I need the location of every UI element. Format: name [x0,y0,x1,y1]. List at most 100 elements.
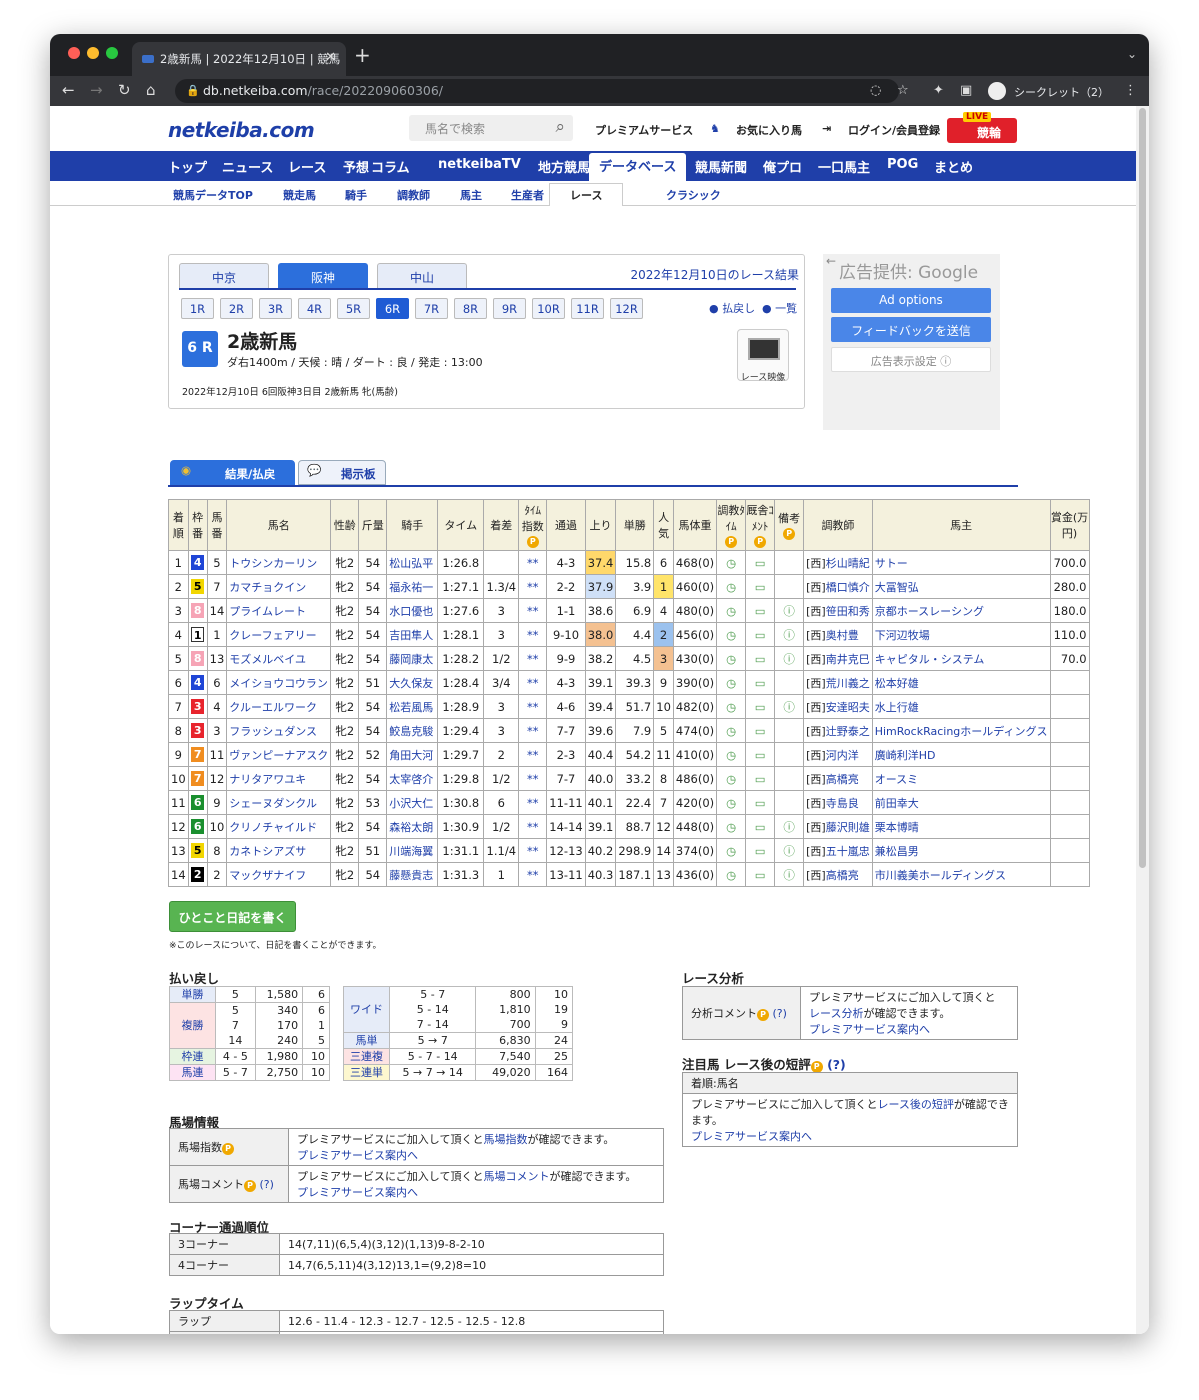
table-cell[interactable]: 廣崎利洋HD [871,742,1051,767]
race-number-button[interactable]: 4R [298,298,331,319]
list-link[interactable]: ● 一覧 [762,300,797,316]
training-time-cell[interactable]: ◷ [716,622,747,647]
subnav-item[interactable]: 競走馬 [283,187,316,203]
race-date-link[interactable]: 2022年12月10日のレース結果 [631,266,799,283]
trainer-name[interactable]: 安達昭夫 [826,701,870,714]
info-icon[interactable]: ⓘ [783,700,795,714]
mainnav-item[interactable]: レース [288,157,326,176]
table-cell[interactable]: 小沢大仁 [386,790,439,815]
table-cell[interactable]: 藤岡康太 [386,646,439,671]
table-cell[interactable]: 水上行雄 [871,694,1051,719]
search-icon[interactable]: ⌕ [555,117,565,137]
trainer-name[interactable]: 高橋亮 [826,773,859,786]
ad-options-button[interactable]: Ad options [831,288,991,313]
table-cell[interactable]: クレーフェアリー [226,622,332,647]
trainer-name[interactable]: 藤沢則雄 [826,821,870,834]
table-cell[interactable]: 川端海翼 [386,838,439,863]
incognito-profile[interactable]: シークレット（2） [986,80,1110,102]
stable-comment-cell[interactable]: ▭ [745,574,776,599]
horse-search-input[interactable]: 馬名で検索 ⌕ [409,115,573,141]
table-cell[interactable]: マックザナイフ [226,862,332,887]
training-time-cell[interactable]: ◷ [716,598,747,623]
trainer-cell[interactable]: [西]南井克巳 [803,646,873,671]
subnav-item[interactable]: クラシック [666,187,721,203]
mainnav-item[interactable]: ニュース [222,157,273,176]
race-number-button[interactable]: 8R [454,298,487,319]
table-cell[interactable]: 福永祐一 [386,574,439,599]
venue-tab[interactable]: 阪神 [278,263,368,288]
mainnav-item[interactable]: 一口馬主 [818,157,870,176]
table-cell[interactable]: 吉田隼人 [386,622,439,647]
table-cell[interactable]: クルーエルワーク [226,694,332,719]
track-index-guide-link[interactable]: プレミアサービス案内へ [297,1149,418,1162]
trainer-cell[interactable]: [西]辻野泰之 [803,718,873,743]
trainer-name[interactable]: 河内洋 [826,749,859,762]
eye-off-icon[interactable]: ◌ [870,83,881,98]
tab-result[interactable]: ◉ 結果/払戻 [170,460,295,485]
tab-board[interactable]: 💬 掲示板 [298,460,386,485]
trainer-cell[interactable]: [西]高橋亮 [803,766,873,791]
table-cell[interactable]: メイショウコウラン [226,670,332,695]
zoom-window-button[interactable] [106,47,118,59]
subnav-item[interactable]: 馬主 [460,187,482,203]
table-cell[interactable]: 森裕太朗 [386,814,439,839]
training-time-cell[interactable]: ◷ [716,694,747,719]
sidebar-icon[interactable]: ▣ [960,83,972,98]
stable-comment-cell[interactable]: ▭ [745,862,776,887]
stable-comment-cell[interactable]: ▭ [745,694,776,719]
trainer-name[interactable]: 南井克巳 [826,653,870,666]
url-field[interactable]: 🔒 db.netkeiba.com/race/202209060306/ [175,79,899,103]
table-cell[interactable]: 藤懸貴志 [386,862,439,887]
close-window-button[interactable] [68,47,80,59]
stable-comment-cell[interactable]: ▭ [745,814,776,839]
stable-comment-cell[interactable]: ▭ [745,670,776,695]
trainer-name[interactable]: 笹田和秀 [826,605,870,618]
table-cell[interactable]: ヴァンピーナアスク [226,742,332,767]
trainer-cell[interactable]: [西]藤沢則雄 [803,814,873,839]
analysis-link[interactable]: レース分析 [809,1007,863,1020]
back-icon[interactable]: ← [62,81,75,99]
table-cell[interactable]: トウシンカーリン [226,550,332,575]
info-icon[interactable]: ⓘ [783,628,795,642]
trainer-name[interactable]: 五十嵐忠 [826,845,870,858]
subnav-item[interactable]: 調教師 [397,187,430,203]
forward-icon[interactable]: → [90,81,103,99]
live-keirin-button[interactable]: LIVE 競輪 [947,112,1017,143]
stable-comment-cell[interactable]: ▭ [745,598,776,623]
mainnav-item[interactable]: まとめ [934,157,973,176]
trainer-name[interactable]: 奥村豊 [826,629,859,642]
table-cell[interactable]: 下河辺牧場 [871,622,1051,647]
stable-comment-cell[interactable]: ▭ [745,742,776,767]
race-number-button[interactable]: 1R [181,298,214,319]
trainer-cell[interactable]: [西]寺島良 [803,790,873,815]
mainnav-item[interactable]: コラム [371,157,410,176]
site-logo[interactable]: netkeiba.com [168,118,315,142]
table-cell[interactable]: ナリタアワユキ [226,766,332,791]
stable-comment-cell[interactable]: ▭ [745,718,776,743]
close-tab-icon[interactable]: ✕ [325,50,336,65]
stable-comment-cell[interactable]: ▭ [745,766,776,791]
notable-link[interactable]: レース後の短評 [877,1098,953,1111]
info-icon[interactable]: ⓘ [783,604,795,618]
subnav-item[interactable]: レース [549,183,624,206]
mainnav-item[interactable]: POG [887,157,918,172]
table-cell[interactable]: サトー [871,550,1051,575]
login-link[interactable]: ログイン/会員登録 [848,122,940,138]
trainer-name[interactable]: 杉山晴紀 [826,557,870,570]
training-time-cell[interactable]: ◷ [716,550,747,575]
table-cell[interactable]: シェーヌダンクル [226,790,332,815]
training-time-cell[interactable]: ◷ [716,742,747,767]
analysis-guide-link[interactable]: プレミアサービス案内へ [809,1023,930,1036]
trainer-cell[interactable]: [西]河内洋 [803,742,873,767]
race-video-button[interactable]: レース映像 [737,329,789,383]
training-time-cell[interactable]: ◷ [716,646,747,671]
table-cell[interactable]: モズメルベイユ [226,646,332,671]
race-number-button[interactable]: 11R [571,298,604,319]
table-cell[interactable]: 鮫島克駿 [386,718,439,743]
notable-help-link[interactable]: (?) [827,1057,846,1072]
stable-comment-cell[interactable]: ▭ [745,838,776,863]
info-icon[interactable]: ⓘ [783,820,795,834]
trainer-cell[interactable]: [西]奥村豊 [803,622,873,647]
favorite-horse-link[interactable]: お気に入り馬 [736,122,802,138]
mainnav-item[interactable]: トップ [168,157,207,176]
